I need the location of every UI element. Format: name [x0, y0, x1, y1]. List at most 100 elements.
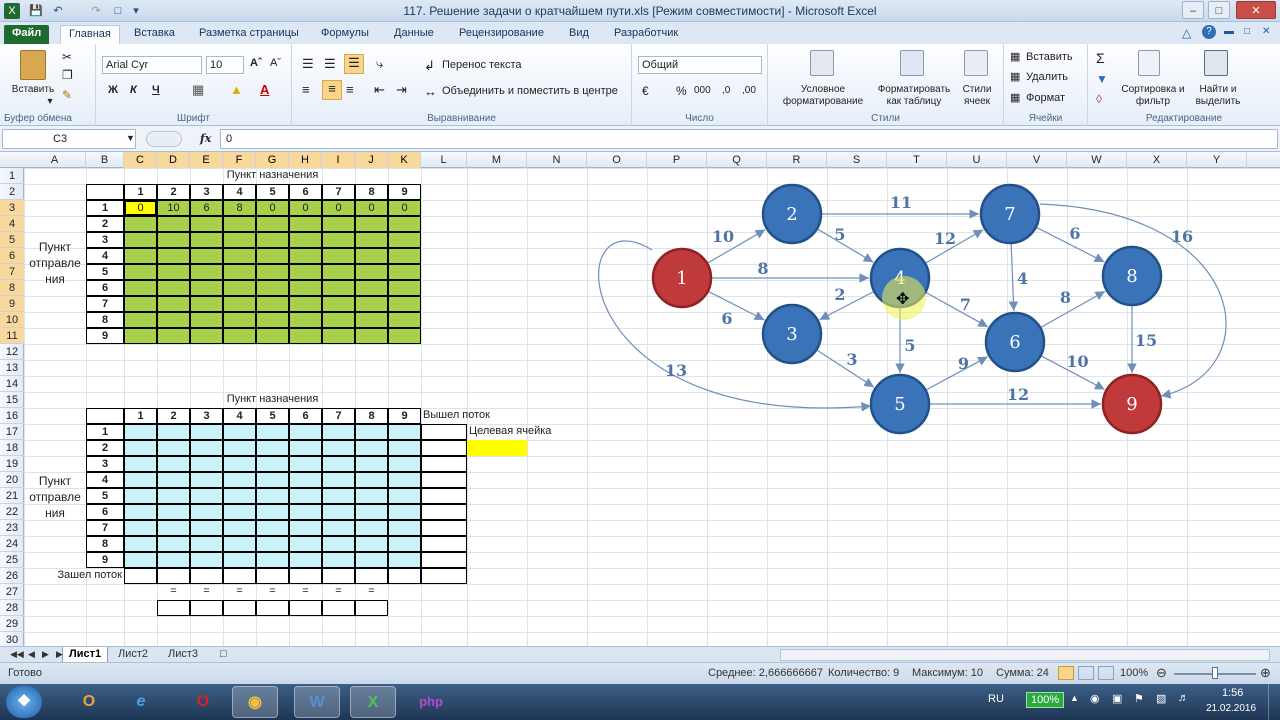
- increase-decimal-icon[interactable]: ,0: [722, 85, 730, 96]
- format-as-table-button[interactable]: Форматировать как таблицу: [872, 84, 956, 108]
- action-center-icon[interactable]: ⚑: [1134, 692, 1144, 705]
- find-select-icon[interactable]: [1204, 50, 1228, 76]
- fill-color-icon[interactable]: ▲: [230, 82, 243, 97]
- underline-button[interactable]: Ч: [152, 84, 160, 96]
- delete-cells-button[interactable]: Удалить: [1026, 71, 1068, 83]
- font-size-select[interactable]: 10: [206, 56, 244, 74]
- cell-styles-icon[interactable]: [964, 50, 988, 76]
- conditional-formatting-button[interactable]: Условное форматирование: [768, 84, 878, 108]
- align-right-icon[interactable]: ≡: [346, 82, 354, 97]
- sheet-tab-1[interactable]: Лист1: [62, 647, 109, 663]
- tray-app-icon[interactable]: ◉: [1090, 692, 1100, 705]
- sheet-tab-3[interactable]: Лист3: [162, 647, 204, 663]
- tab-page-layout[interactable]: Разметка страницы: [191, 25, 307, 44]
- volume-icon[interactable]: ♬: [1178, 692, 1189, 704]
- start-button-icon[interactable]: ❖: [6, 686, 42, 718]
- zoom-slider-thumb[interactable]: [1212, 667, 1218, 679]
- insert-cells-icon[interactable]: ▦: [1010, 50, 1020, 63]
- zoom-in-button[interactable]: ⊕: [1260, 665, 1271, 681]
- network-icon[interactable]: ▧: [1156, 692, 1166, 705]
- tab-home[interactable]: Главная: [60, 25, 120, 44]
- horizontal-scrollbar[interactable]: [780, 649, 1270, 661]
- wrap-text-icon[interactable]: ↲: [424, 58, 435, 74]
- number-format-select[interactable]: Общий: [638, 56, 762, 74]
- spreadsheet-grid[interactable]: ABCDEFGHIJKLMNOPQRSTUVWXY 1 2 3 4 5 6 7 8 9 10 11 1…: [0, 152, 1280, 646]
- close-workbook-icon[interactable]: ✕: [1262, 26, 1270, 37]
- copy-icon[interactable]: ❐: [62, 68, 73, 82]
- chrome-taskbar-icon[interactable]: ◉: [232, 686, 278, 718]
- excel-taskbar-icon[interactable]: X: [350, 686, 396, 718]
- opera-taskbar-icon[interactable]: O: [180, 686, 226, 718]
- battery-indicator[interactable]: 100%: [1026, 692, 1065, 708]
- bold-button[interactable]: Ж: [108, 84, 118, 96]
- borders-icon[interactable]: ▦: [192, 82, 204, 98]
- zoom-level[interactable]: 100%: [1120, 667, 1148, 679]
- clear-icon[interactable]: ◊: [1096, 92, 1102, 106]
- decrease-decimal-icon[interactable]: ,00: [742, 85, 756, 96]
- redo-icon[interactable]: ↷: [88, 3, 104, 19]
- paste-dropdown-icon[interactable]: ▾: [40, 96, 60, 108]
- align-top-icon[interactable]: ☰: [302, 56, 314, 72]
- find-select-button[interactable]: Найти и выделить: [1190, 84, 1246, 108]
- restore-workbook-icon[interactable]: ▬: [1224, 26, 1234, 37]
- font-name-select[interactable]: Arial Cyr: [102, 56, 202, 74]
- show-desktop-button[interactable]: [1268, 684, 1280, 720]
- orientation-icon[interactable]: ⤷: [376, 56, 383, 72]
- grow-font-icon[interactable]: Aˆ: [250, 57, 262, 69]
- align-left-icon[interactable]: ≡: [302, 82, 310, 97]
- help-icon[interactable]: ?: [1202, 25, 1216, 39]
- outlook-taskbar-icon[interactable]: O: [66, 686, 112, 718]
- sort-filter-button[interactable]: Сортировка и фильтр: [1120, 84, 1186, 108]
- page-break-view-icon[interactable]: [1098, 666, 1114, 680]
- fill-icon[interactable]: ▼: [1096, 72, 1108, 86]
- tab-file[interactable]: Файл: [4, 25, 50, 44]
- insert-cells-button[interactable]: Вставить: [1026, 51, 1073, 63]
- php-storm-taskbar-icon[interactable]: php: [408, 686, 454, 718]
- cell-styles-button[interactable]: Стили ячеек: [954, 84, 1000, 108]
- save-icon[interactable]: 💾: [28, 3, 44, 19]
- tray-monitor-icon[interactable]: ▣: [1112, 692, 1122, 705]
- tab-insert[interactable]: Вставка: [126, 25, 183, 44]
- tab-view[interactable]: Вид: [561, 25, 597, 44]
- conditional-formatting-icon[interactable]: [810, 50, 834, 76]
- minimize-ribbon-icon[interactable]: △: [1182, 26, 1191, 40]
- clock-time[interactable]: 1:56: [1222, 687, 1243, 699]
- sheet-tab-2[interactable]: Лист2: [112, 647, 154, 663]
- close-button[interactable]: ✕: [1236, 1, 1276, 19]
- tray-expand-icon[interactable]: ▲: [1070, 693, 1079, 703]
- paste-button[interactable]: Вставить: [6, 84, 60, 96]
- align-center-icon[interactable]: ≡: [322, 80, 342, 100]
- maximize-button[interactable]: □: [1208, 1, 1230, 19]
- sort-filter-icon[interactable]: [1138, 50, 1160, 76]
- tab-formulas[interactable]: Формулы: [313, 25, 377, 44]
- name-box[interactable]: C3: [2, 129, 136, 149]
- page-layout-view-icon[interactable]: [1078, 666, 1094, 680]
- format-cells-icon[interactable]: ▦: [1010, 91, 1020, 104]
- format-as-table-icon[interactable]: [900, 50, 924, 76]
- align-bottom-icon[interactable]: ☰: [344, 54, 364, 74]
- word-taskbar-icon[interactable]: W: [294, 686, 340, 718]
- merge-icon[interactable]: ↔: [424, 84, 437, 99]
- normal-view-icon[interactable]: [1058, 666, 1074, 680]
- insert-sheet-icon[interactable]: □: [214, 647, 233, 663]
- tab-data[interactable]: Данные: [386, 25, 442, 44]
- name-box-dropdown-icon[interactable]: ▼: [126, 133, 135, 143]
- format-cells-button[interactable]: Формат: [1026, 92, 1065, 104]
- zoom-out-button[interactable]: ⊖: [1156, 665, 1167, 681]
- language-indicator[interactable]: RU: [988, 693, 1004, 705]
- formula-bar-splitter[interactable]: [146, 131, 182, 147]
- italic-button[interactable]: К: [130, 84, 137, 96]
- paste-icon[interactable]: [20, 50, 46, 80]
- comma-style-icon[interactable]: 000: [694, 85, 711, 96]
- tab-review[interactable]: Рецензирование: [451, 25, 552, 44]
- workbook-window-icon[interactable]: □: [1244, 26, 1250, 37]
- decrease-indent-icon[interactable]: ⇤: [374, 82, 385, 98]
- formula-input[interactable]: 0: [220, 129, 1278, 149]
- new-document-icon[interactable]: □: [110, 3, 126, 19]
- internet-explorer-taskbar-icon[interactable]: e: [118, 686, 164, 718]
- shrink-font-icon[interactable]: Aˇ: [270, 57, 281, 69]
- wrap-text-button[interactable]: Перенос текста: [442, 59, 522, 71]
- autosum-icon[interactable]: Σ: [1096, 50, 1105, 66]
- align-middle-icon[interactable]: ☰: [324, 56, 336, 72]
- cut-icon[interactable]: ✂: [62, 50, 72, 64]
